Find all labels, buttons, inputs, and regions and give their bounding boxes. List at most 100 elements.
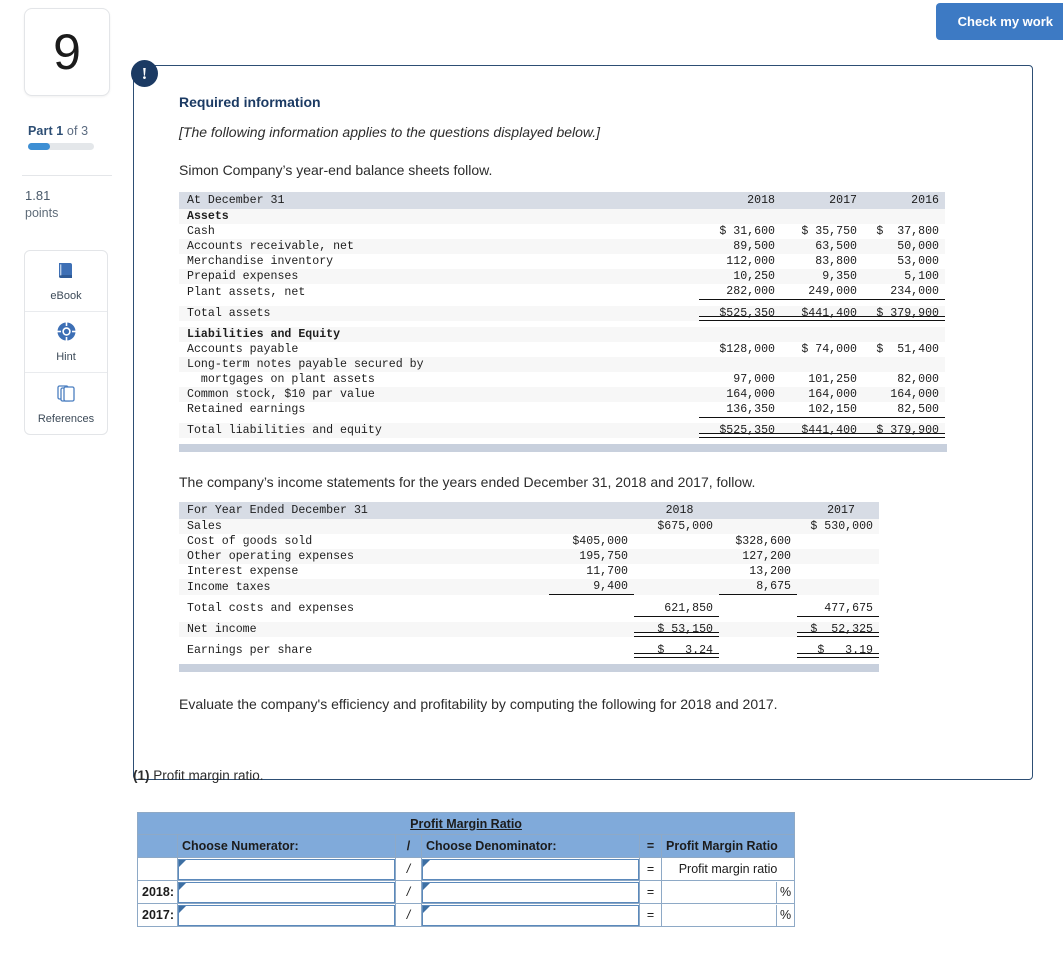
table-row: Income taxes 9,400 8,675 [179,579,879,595]
row-value-2018-total: $ 53,150 [634,622,719,637]
result-cell-2[interactable]: % [660,903,796,927]
row-value-2016 [863,209,945,224]
result-input-2[interactable] [662,905,776,926]
income-statement-intro: The company’s income statements for the … [179,474,756,490]
denominator-dropdown-1[interactable] [422,881,639,903]
table-row: Merchandise inventory 112,000 83,800 53,000 [179,254,945,269]
numerator-dropdown-cell-2[interactable] [177,903,396,927]
row-value-2017: $ 74,000 [781,341,863,357]
row-value-2017: $441,400 [781,305,863,321]
row-value-2018-detail: 9,400 [549,579,634,595]
form-header-blank [137,834,178,858]
column-header-2017: 2017 [797,502,879,519]
numerator-dropdown-cell-0[interactable] [177,857,396,881]
row-value-2016: $ 37,800 [863,224,945,239]
result-cell-1[interactable]: % [660,880,796,904]
row-value-2018: 164,000 [699,386,781,402]
table-header-row: For Year Ended December 31 2018 2017 [179,502,879,519]
table-row: Interest expense 11,700 13,200 [179,564,879,579]
form-row-equals: = [639,857,662,881]
row-label: Total assets [179,305,699,321]
balance-sheet-footer-bar [179,444,947,452]
row-label: Earnings per share [179,643,549,658]
evaluate-instruction: Evaluate the company's efficiency and pr… [179,696,778,712]
form-row: 2018: / =% [137,880,796,904]
row-value-2017-detail [719,643,797,658]
row-label: mortgages on plant assets [179,371,699,387]
denominator-dropdown-2[interactable] [422,904,639,926]
column-header-2017: 2017 [781,192,863,209]
row-label: Income taxes [179,579,549,595]
row-value-2017-detail: 13,200 [719,564,797,579]
question-1-text: Profit margin ratio. [149,768,264,783]
table-row: Accounts receivable, net 89,500 63,500 50,0… [179,239,945,254]
form-row-slash: / [395,857,422,881]
row-value-2017-detail: 127,200 [719,549,797,564]
row-value-2017-detail: $328,600 [719,534,797,549]
column-header-2016: 2016 [863,192,945,209]
row-value-2016: 164,000 [863,386,945,402]
row-value-2018: $525,350 [699,305,781,321]
row-value-2016: $ 379,900 [863,305,945,321]
question-1-label: (1) Profit margin ratio. [133,768,264,783]
row-value-2017-detail [719,622,797,637]
income-statement-table: For Year Ended December 31 2018 2017 Sales $… [179,502,879,664]
balance-sheet-block: At December 31 2018 2017 2016 Assets Cash $ 31… [179,192,992,452]
row-value-2016: 82,000 [863,371,945,387]
form-header-result: Profit Margin Ratio [660,834,796,858]
required-information-card: Required information [The following info… [133,65,1033,780]
balance-sheet-period-label: At December 31 [179,192,699,209]
row-value-2018: 89,500 [699,239,781,254]
form-title-row: Profit Margin Ratio [136,812,796,835]
table-row: Assets [179,209,945,224]
percent-symbol: % [776,904,794,926]
sidebar-item-hint-label: Hint [56,351,76,363]
numerator-dropdown-2[interactable] [178,904,395,926]
row-value-2017-detail [719,600,797,616]
form-row-equals: = [639,903,662,927]
sidebar-item-ebook[interactable]: eBook [25,251,107,312]
form-title: Profit Margin Ratio [136,812,796,835]
table-row: Earnings per share $ 3.24 $ 3.19 [179,643,879,658]
part-progress-fill [28,143,50,150]
required-information-note: [The following information applies to th… [179,124,601,140]
table-row: Accounts payable $128,000 $ 74,000 $ 51,400 [179,341,945,357]
denominator-dropdown-0[interactable] [422,858,639,880]
table-row: Sales $675,000 $ 530,000 [179,519,879,534]
row-value-2016 [863,356,945,372]
denominator-dropdown-cell-1[interactable] [421,880,640,904]
table-row: mortgages on plant assets 97,000 101,250 82… [179,371,945,387]
check-my-work-button[interactable]: Check my work [935,3,1063,40]
row-label: Long-term notes payable secured by [179,356,699,372]
column-header-2018: 2018 [699,192,781,209]
part-progress-bar [28,143,94,150]
row-value-2018-detail: $405,000 [549,534,634,549]
sidebar-item-hint[interactable]: Hint [25,312,107,373]
row-value-2017-detail [719,519,797,534]
table-row: Cost of goods sold $405,000 $328,600 [179,534,879,549]
row-value-2017: 249,000 [781,284,863,300]
form-row: 2017: / =% [137,903,796,927]
form-row-year-label: 2018: [137,880,178,904]
numerator-dropdown-cell-1[interactable] [177,880,396,904]
sidebar-item-references[interactable]: References [25,373,107,434]
row-value-2018-total [634,549,719,564]
numerator-dropdown-0[interactable] [178,858,395,880]
question-sidebar: 9 Part 1 of 3 1.81 points eBook Hint Ref… [0,0,130,976]
form-row: / = Profit margin ratio [137,857,796,881]
form-row-equals: = [639,880,662,904]
sidebar-divider [22,175,112,176]
row-value-2018-detail: 195,750 [549,549,634,564]
numerator-dropdown-1[interactable] [178,881,395,903]
table-row: Total liabilities and equity $525,350 $441… [179,423,945,438]
denominator-dropdown-cell-2[interactable] [421,903,640,927]
row-label: Accounts receivable, net [179,239,699,254]
denominator-dropdown-cell-0[interactable] [421,857,640,881]
row-value-2018-detail [549,600,634,616]
result-input-1[interactable] [662,882,776,903]
row-value-2018 [699,356,781,372]
row-value-2018-total [634,534,719,549]
row-value-2018: 10,250 [699,269,781,284]
sidebar-item-references-label: References [37,412,95,425]
row-value-2018-total: $675,000 [634,519,719,534]
